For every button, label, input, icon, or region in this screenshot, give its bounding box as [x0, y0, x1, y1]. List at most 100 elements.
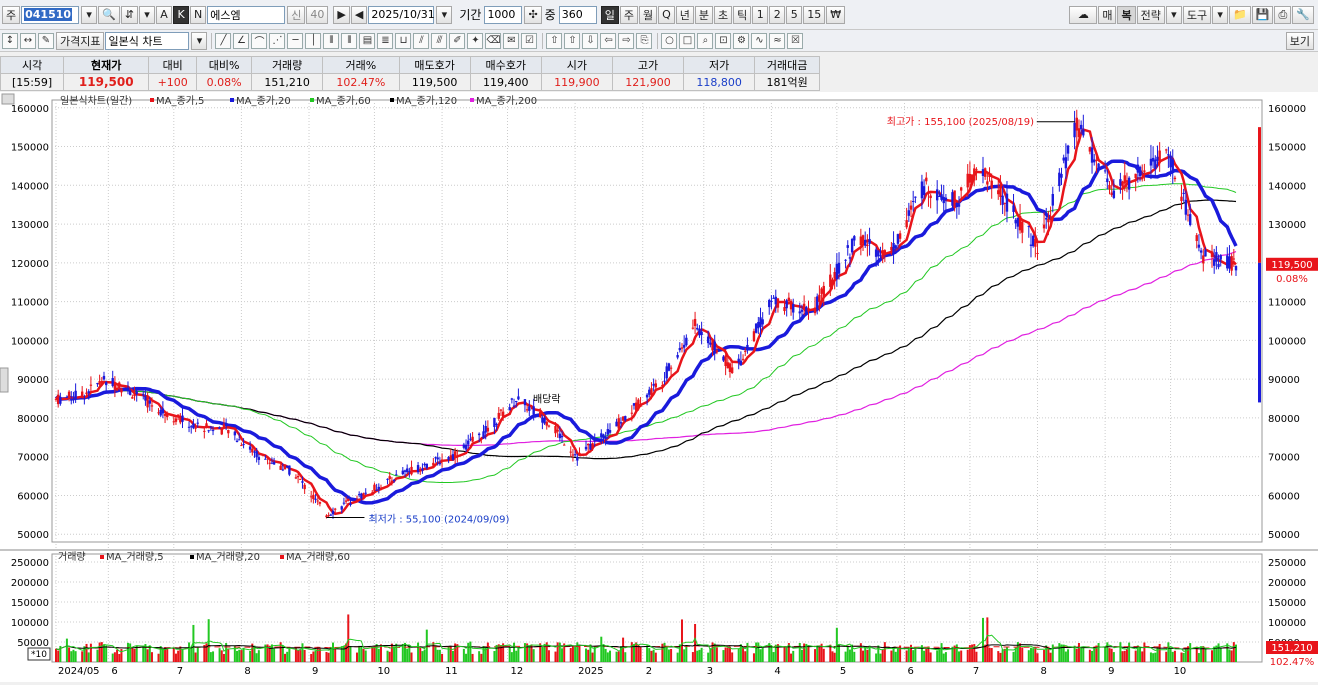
note-icon[interactable]: ✉ [503, 32, 520, 49]
candle-body [556, 429, 559, 432]
view-button[interactable]: 보기 [1285, 31, 1314, 50]
candle-body [1088, 147, 1092, 152]
period-input[interactable]: 1000 [484, 5, 523, 24]
candle-body [907, 210, 911, 216]
pen-icon[interactable]: ✐ [449, 32, 466, 49]
play-icon[interactable]: ▶ [333, 5, 350, 24]
btn-40[interactable]: 40 [306, 5, 329, 24]
candle-body [515, 400, 518, 403]
chart-area[interactable]: 160000 160000 150000 150000 140000 140000 1300… [0, 92, 1318, 682]
vline-icon[interactable]: │ [305, 32, 322, 49]
period-minute[interactable]: 분 [694, 5, 713, 24]
period-tick[interactable]: 틱 [733, 5, 752, 24]
period-15[interactable]: 15 [803, 5, 826, 24]
period-week[interactable]: 주 [619, 5, 638, 24]
sort-dropdown-icon[interactable]: ▾ [139, 5, 156, 24]
mid-input[interactable]: 360 [558, 5, 597, 24]
back-icon[interactable]: ◀ [350, 5, 368, 24]
nav-down-icon[interactable]: ⇩ [582, 32, 599, 49]
period-1[interactable]: 1 [752, 5, 769, 24]
indicator-button[interactable]: 가격지표 [56, 31, 105, 50]
hline-icon[interactable]: ─ [287, 32, 304, 49]
strategy-dropdown[interactable]: ▾ [1165, 5, 1182, 24]
fibo-icon[interactable]: ≣ [377, 32, 394, 49]
table-icon[interactable]: ▤ [359, 32, 376, 49]
page-icon[interactable]: ⎘ [636, 32, 653, 49]
sort-icon[interactable]: ⇵ [120, 5, 139, 24]
arc-icon[interactable]: ⌒ [251, 32, 268, 49]
candle-body [279, 465, 282, 470]
candle-body [405, 468, 409, 473]
btn-a[interactable]: A [156, 5, 173, 24]
btn-trade[interactable]: 매 [1098, 5, 1117, 24]
period-5[interactable]: 5 [786, 5, 803, 24]
volume-bar [1167, 642, 1170, 662]
nav-up-icon[interactable]: ⇧ [546, 32, 563, 49]
candle-body [347, 498, 350, 501]
folder-icon[interactable]: 📁 [1229, 5, 1251, 24]
won-icon[interactable]: ₩ [826, 5, 846, 24]
save-icon[interactable]: 💾 [1251, 5, 1274, 24]
wave2-icon[interactable]: ≈ [769, 32, 786, 49]
arrow-left-right-icon[interactable]: ↔ [20, 32, 36, 49]
candle-body [83, 398, 86, 400]
date-dropdown[interactable]: ▾ [436, 5, 453, 24]
wrench-icon[interactable]: 🔧 [1292, 5, 1314, 24]
candle-body [517, 396, 520, 400]
market-select[interactable]: 주 [2, 5, 21, 24]
magic-icon[interactable]: ✦ [467, 32, 484, 49]
edit-icon[interactable]: ✎ [38, 32, 54, 49]
bars-icon[interactable]: ⦀ [341, 32, 358, 49]
eraser-icon[interactable]: ⌫ [485, 32, 502, 49]
period-day[interactable]: 일 [600, 5, 619, 24]
candle-body [235, 440, 239, 442]
code-dropdown[interactable]: ▾ [81, 5, 98, 24]
print-icon[interactable]: ⎙ [1274, 5, 1292, 24]
date-input[interactable]: 2025/10/31 [368, 5, 435, 24]
btn-multi[interactable]: 복 [1117, 5, 1136, 24]
zoom-icon[interactable]: ⌕ [697, 32, 714, 49]
stock-code-input[interactable]: 041510 [21, 5, 80, 24]
candle-body [159, 410, 162, 416]
nav-left-icon[interactable]: ⇦ [600, 32, 617, 49]
candle-body [792, 303, 795, 313]
circle-icon[interactable]: ○ [661, 32, 678, 49]
channel-icon[interactable]: ⫻ [431, 32, 448, 49]
btn-new[interactable]: 신 [287, 5, 306, 24]
settings-icon[interactable]: ⚙ [733, 32, 750, 49]
stock-chart-svg[interactable]: 160000 160000 150000 150000 140000 140000 1300… [0, 92, 1318, 682]
search-icon[interactable]: 🔍 [98, 5, 120, 24]
arrow-up-down-icon[interactable]: ↕ [2, 32, 18, 49]
btn-k[interactable]: K [173, 5, 190, 24]
check-icon[interactable]: ☑ [521, 32, 538, 49]
bracket-icon[interactable]: ⊔ [395, 32, 412, 49]
wave-icon[interactable]: ∿ [751, 32, 768, 49]
tools-dropdown[interactable]: ▾ [1212, 5, 1229, 24]
period-year[interactable]: 년 [675, 5, 694, 24]
period-2[interactable]: 2 [769, 5, 786, 24]
btn-tools[interactable]: 도구 [1182, 5, 1212, 24]
close-box-icon[interactable]: ☒ [787, 32, 804, 49]
rect-icon[interactable]: □ [679, 32, 696, 49]
trendline-icon[interactable]: ╱ [215, 32, 232, 49]
btn-n[interactable]: N [190, 5, 207, 24]
chart-type-select[interactable]: 일본식 차트 [105, 31, 190, 50]
nav-up2-icon[interactable]: ⇧ [564, 32, 581, 49]
fan-icon[interactable]: ⋰ [269, 32, 286, 49]
stock-name-input[interactable]: 에스엠 [207, 5, 286, 24]
candle-body [997, 190, 1000, 195]
period-month[interactable]: 월 [638, 5, 658, 24]
cloud-icon[interactable]: ☁ [1069, 5, 1098, 24]
candle-body [831, 279, 834, 285]
zoom-area-icon[interactable]: ⊡ [715, 32, 732, 49]
period-second[interactable]: 초 [714, 5, 733, 24]
grid-icon[interactable]: ⦀ [323, 32, 340, 49]
volume-bar [571, 646, 574, 662]
crosshair-icon[interactable]: ✣ [524, 5, 542, 24]
angle-icon[interactable]: ∠ [233, 32, 250, 49]
chart-type-dropdown[interactable]: ▾ [191, 31, 208, 50]
nav-right-icon[interactable]: ⇨ [618, 32, 635, 49]
btn-strategy[interactable]: 전략 [1136, 5, 1165, 24]
parallel-icon[interactable]: ⫽ [413, 32, 430, 49]
period-quarter[interactable]: Q [658, 5, 675, 24]
